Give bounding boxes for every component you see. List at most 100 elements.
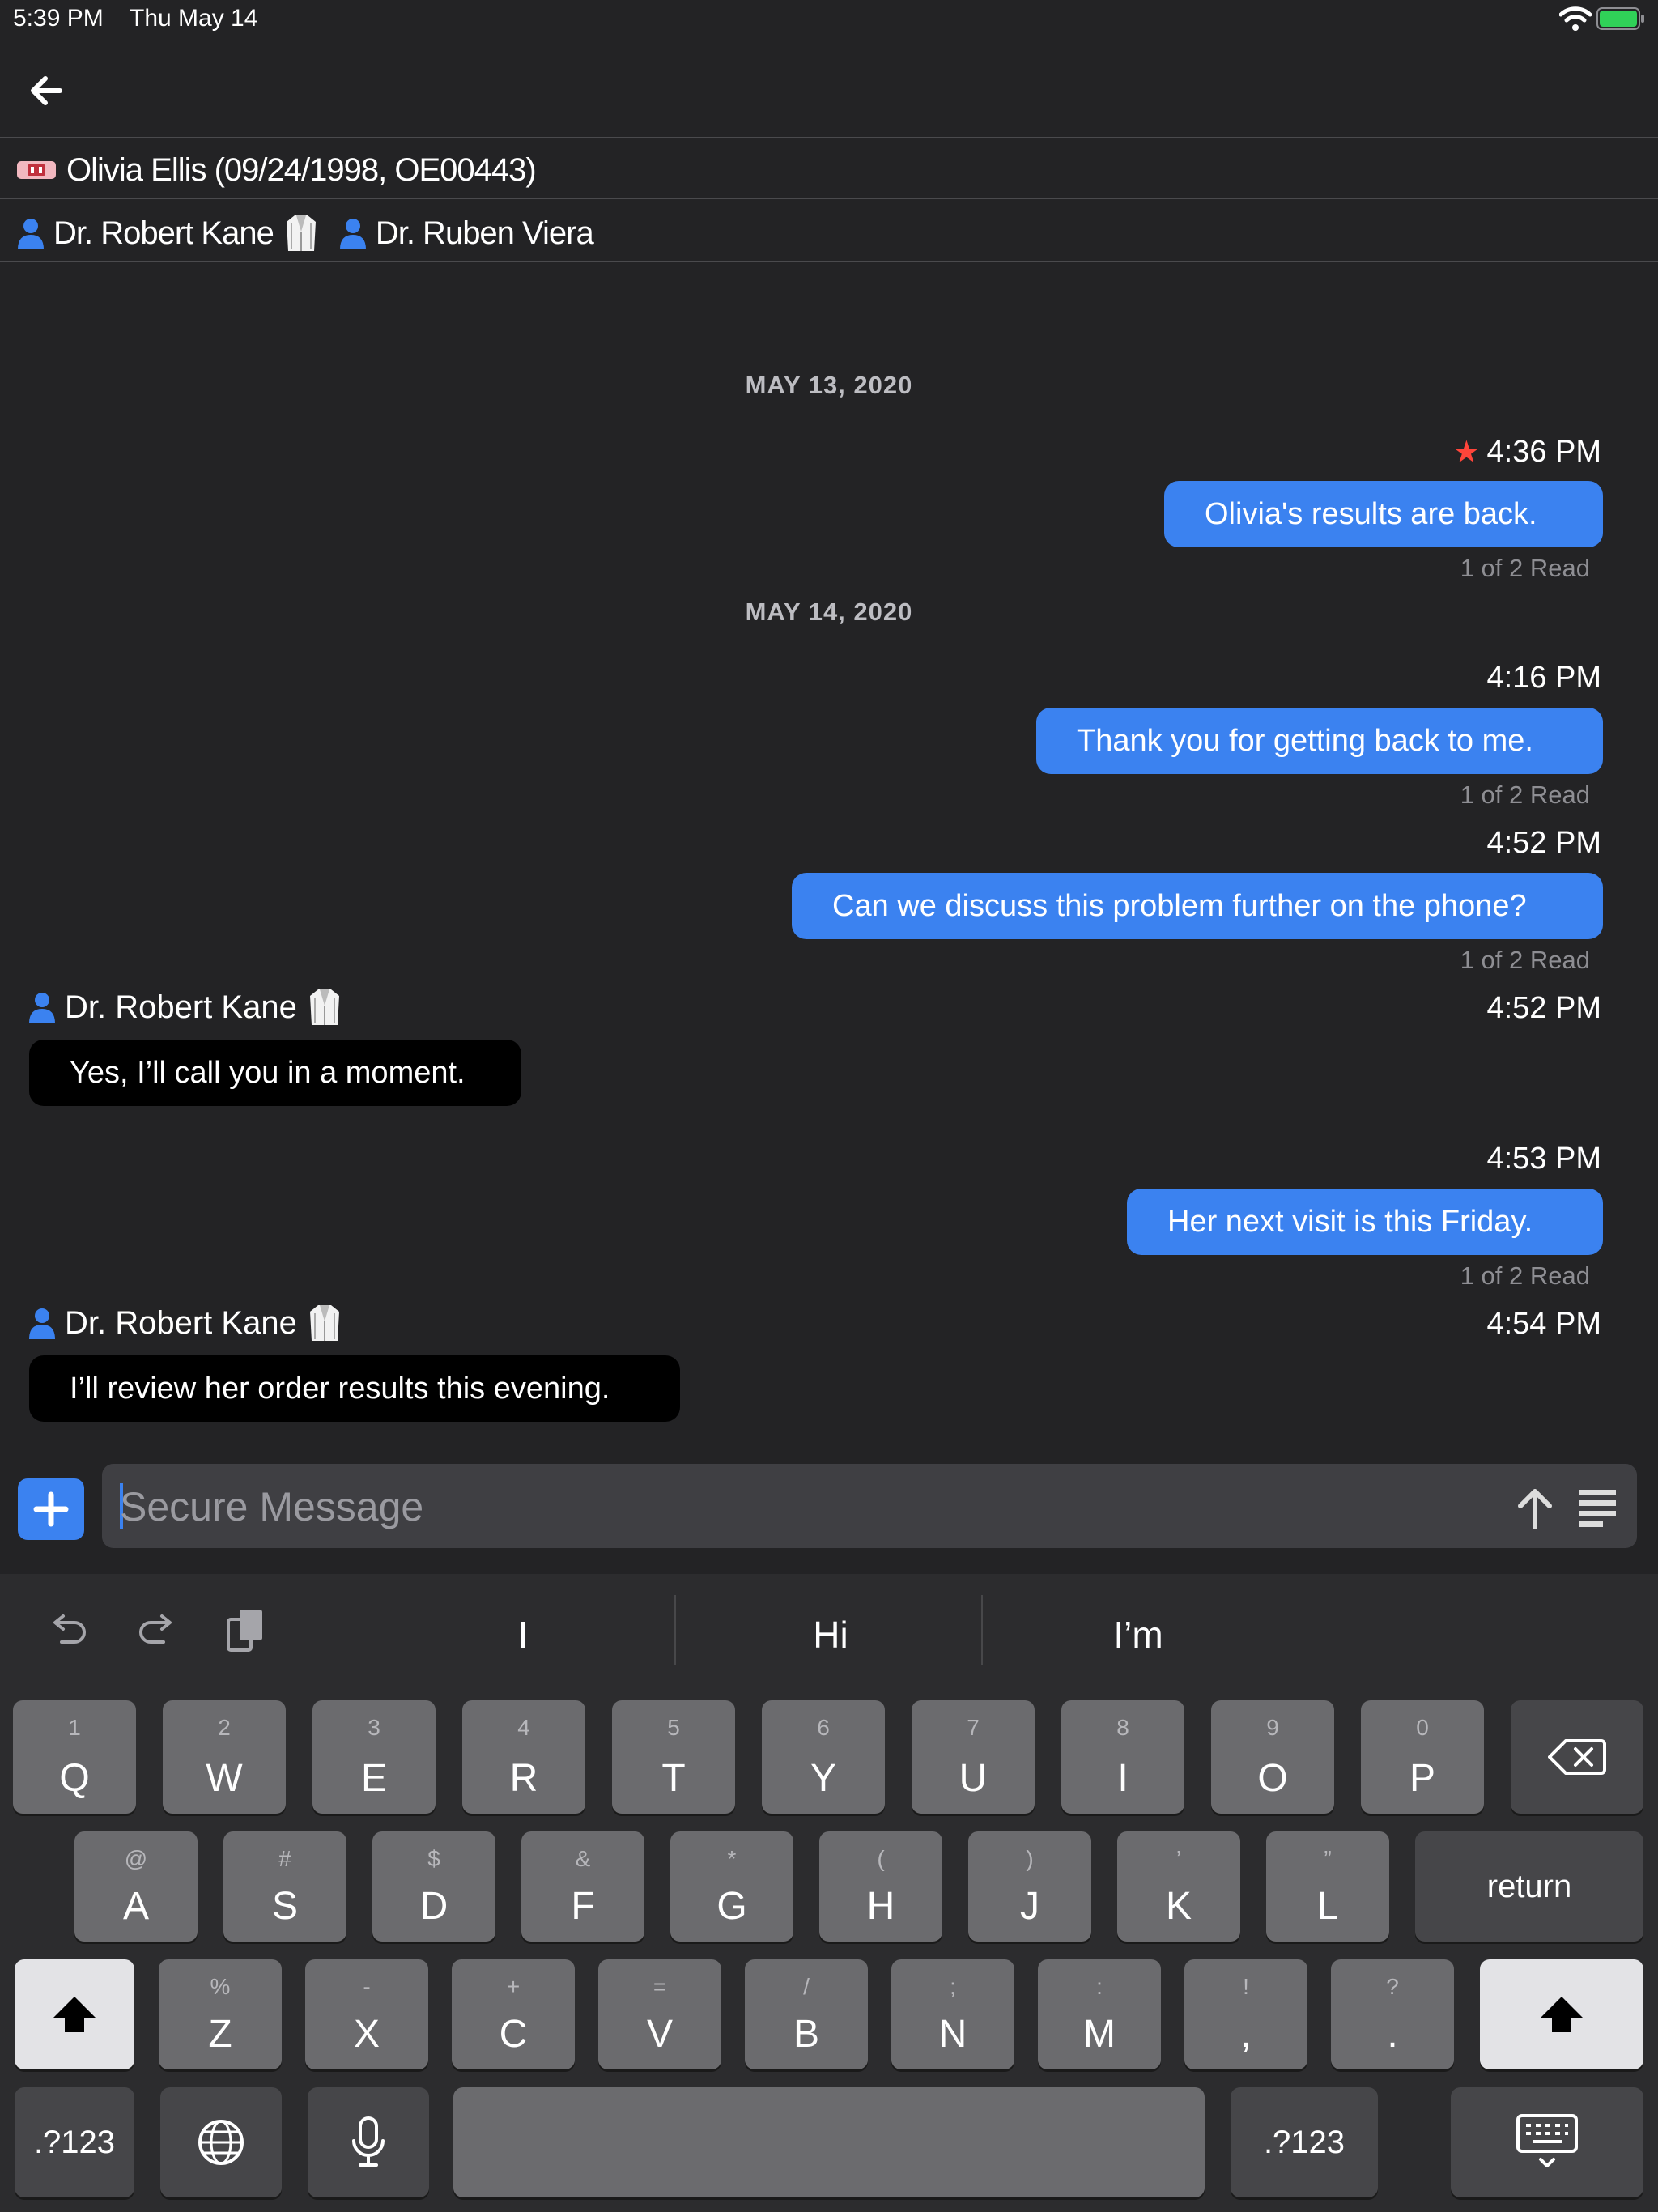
keyboard: I Hi I’m 1Q2W3E4R5T6Y7U8I9O0P @ A # S $ D & F * G… (0, 1574, 1658, 2212)
providers-row[interactable]: Dr. Robert Kane Dr. Ruben Viera (16, 209, 614, 257)
hide-keyboard-key[interactable] (1451, 2087, 1643, 2197)
key-u[interactable]: 7U (912, 1700, 1035, 1814)
patient-divider (0, 198, 1658, 199)
key-k[interactable]: ’ K (1117, 1831, 1240, 1942)
plus-icon (33, 1491, 69, 1527)
providers-divider (0, 261, 1658, 262)
key-alt-label: + (506, 1974, 521, 1999)
key-sym-8[interactable]: ?. (1331, 1959, 1454, 2069)
outgoing-message[interactable]: Her next visit is this Friday. (1127, 1189, 1603, 1255)
menu-icon[interactable] (1577, 1488, 1618, 1527)
key-alt-label: ) (1026, 1846, 1034, 1871)
read-receipt: 1 of 2 Read (1460, 1261, 1590, 1290)
suggestion-1[interactable]: I (377, 1606, 669, 1663)
battery-icon (1596, 7, 1644, 30)
key-j[interactable]: ) J (968, 1831, 1091, 1942)
patient-info[interactable]: Olivia Ellis (09/24/1998, OE00443) (16, 146, 537, 194)
message-composer[interactable] (102, 1464, 1637, 1550)
key-d[interactable]: $ D (372, 1831, 495, 1942)
dictation-key[interactable] (308, 2087, 429, 2197)
key-label: , (1240, 2013, 1252, 2056)
key-p[interactable]: 0P (1361, 1700, 1484, 1814)
key-l[interactable]: ” L (1266, 1831, 1389, 1942)
read-receipt: 1 of 2 Read (1460, 554, 1590, 582)
key-e[interactable]: 3E (312, 1700, 436, 1814)
key-b[interactable]: / B (745, 1959, 868, 2069)
key-i[interactable]: 8I (1061, 1700, 1184, 1814)
key-alt-label: $ (427, 1846, 440, 1871)
send-arrow-icon[interactable] (1514, 1485, 1556, 1530)
redo-icon[interactable] (133, 1606, 181, 1655)
key-sym-7[interactable]: !, (1184, 1959, 1307, 2069)
shift-arrow-icon (1541, 1997, 1583, 2032)
key-a[interactable]: @ A (74, 1831, 198, 1942)
key-label: A (122, 1885, 149, 1928)
globe-key[interactable] (160, 2087, 282, 2197)
suggestion-divider (981, 1595, 983, 1665)
message-time: ★ 4:36 PM (1452, 435, 1601, 470)
key-label: J (1020, 1885, 1039, 1928)
space-key[interactable] (453, 2087, 1205, 2197)
message-sender: Dr. Robert Kane (28, 1304, 341, 1342)
key-h[interactable]: (H (819, 1831, 942, 1942)
key-label: U (959, 1757, 988, 1800)
key-label: D (419, 1885, 449, 1928)
secure-message-input[interactable] (118, 1464, 1498, 1550)
key-label: F (571, 1885, 595, 1928)
key-alt-label: ! (1243, 1974, 1249, 1999)
key-label: Y (810, 1757, 836, 1800)
key-z[interactable]: % Z (159, 1959, 282, 2069)
attach-button[interactable] (18, 1478, 84, 1540)
patient-band-icon (17, 161, 56, 179)
key-s[interactable]: # S (223, 1831, 346, 1942)
back-arrow-icon[interactable] (23, 66, 71, 115)
suggestion-2[interactable]: Hi (685, 1606, 976, 1663)
outgoing-message[interactable]: Can we discuss this problem further on t… (792, 873, 1603, 939)
key-f[interactable]: & F (521, 1831, 644, 1942)
message-sender: Dr. Robert Kane (28, 988, 341, 1027)
provider-2[interactable]: Dr. Ruben Viera (338, 215, 594, 252)
key-alt-label: ( (877, 1846, 885, 1871)
incoming-message[interactable]: Yes, I’ll call you in a moment. (29, 1040, 521, 1106)
key-alt-label: 7 (967, 1715, 980, 1740)
key-label: C (499, 2013, 528, 2056)
outgoing-message[interactable]: Thank you for getting back to me. (1036, 708, 1603, 774)
delete-key[interactable] (1511, 1700, 1643, 1814)
key-n[interactable]: ; N (891, 1959, 1014, 2069)
key-v[interactable]: = V (598, 1959, 721, 2069)
provider-1[interactable]: Dr. Robert Kane (16, 214, 317, 253)
key-w[interactable]: 2W (163, 1700, 286, 1814)
key-y[interactable]: 6Y (762, 1700, 885, 1814)
key-label: X (353, 2013, 380, 2056)
shift-key-right[interactable] (1480, 1959, 1643, 2069)
clipboard-icon[interactable] (222, 1606, 270, 1655)
key-alt-label: 9 (1266, 1715, 1279, 1740)
key-label: E (360, 1757, 387, 1800)
key-label: V (646, 2013, 673, 2056)
key-c[interactable]: + C (452, 1959, 575, 2069)
suggestion-3[interactable]: I’m (993, 1606, 1284, 1663)
numbers-key-left[interactable]: .?123 (15, 2087, 134, 2197)
key-r[interactable]: 4R (462, 1700, 585, 1814)
key-alt-label: 1 (68, 1715, 81, 1740)
key-label: K (1165, 1885, 1192, 1928)
key-q[interactable]: 1Q (13, 1700, 136, 1814)
key-o[interactable]: 9O (1211, 1700, 1334, 1814)
key-t[interactable]: 5T (612, 1700, 735, 1814)
incoming-message[interactable]: I’ll review her order results this eveni… (29, 1355, 680, 1422)
shift-key-left[interactable] (15, 1959, 134, 2069)
numbers-key-right[interactable]: .?123 (1231, 2087, 1378, 2197)
return-key[interactable]: return (1415, 1831, 1643, 1942)
sender-name: Dr. Robert Kane (65, 1304, 297, 1341)
key-g[interactable]: * G (670, 1831, 793, 1942)
wifi-icon (1559, 6, 1592, 31)
key-alt-label: ” (1324, 1846, 1332, 1871)
key-m[interactable]: :M (1038, 1959, 1161, 2069)
outgoing-message[interactable]: Olivia's results are back. (1164, 481, 1603, 547)
key-alt-label: @ (124, 1846, 148, 1871)
key-label: H (866, 1885, 895, 1928)
globe-icon (198, 2120, 244, 2165)
key-label: P (1409, 1757, 1435, 1800)
key-x[interactable]: -X (305, 1959, 428, 2069)
undo-icon[interactable] (44, 1606, 92, 1655)
